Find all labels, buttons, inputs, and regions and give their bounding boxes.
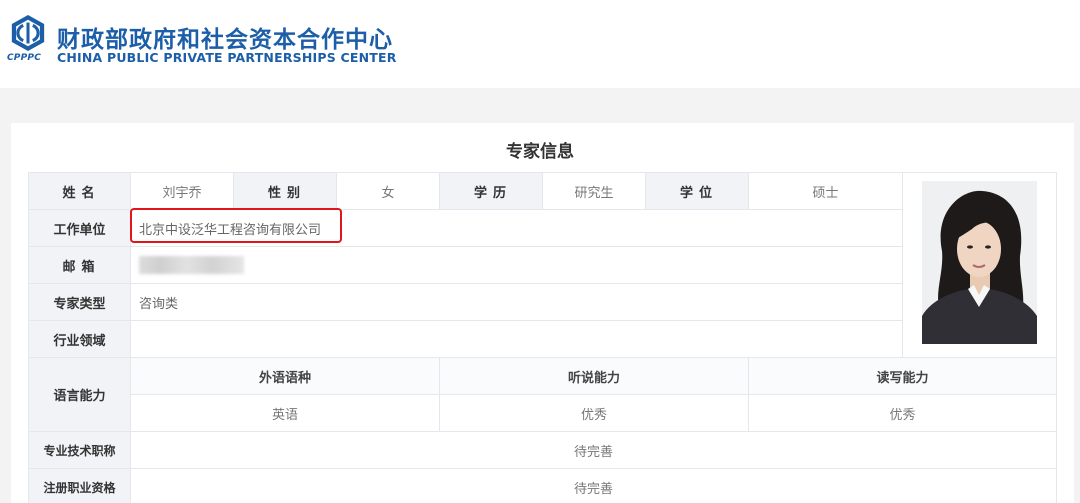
expert-photo <box>922 181 1037 344</box>
logo-abbreviation: CPPPC <box>7 53 41 63</box>
language-speaking-value: 优秀 <box>439 394 749 432</box>
professional-title-label: 专业技术职称 <box>28 431 131 469</box>
language-writing-value: 优秀 <box>748 394 1057 432</box>
photo-cell <box>902 172 1057 358</box>
industry-label: 行业领域 <box>28 320 131 358</box>
expert-type-label: 专家类型 <box>28 283 131 321</box>
table-row-language-value: 英语 优秀 优秀 <box>29 394 1057 432</box>
professional-title-value: 待完善 <box>130 431 1057 469</box>
degree-label: 学位 <box>645 172 749 210</box>
table-row-language-head: 语言能力 外语语种 听说能力 读写能力 <box>28 357 1057 432</box>
gender-value: 女 <box>336 172 440 210</box>
site-title-cn[interactable]: 财政部政府和社会资本合作中心 <box>57 20 393 54</box>
cpppc-logo-icon <box>11 14 45 52</box>
education-value: 研究生 <box>542 172 646 210</box>
email-value <box>130 246 903 284</box>
gender-label: 性别 <box>233 172 337 210</box>
work-unit-label: 工作单位 <box>28 209 131 247</box>
language-header-writing: 读写能力 <box>748 357 1057 395</box>
table-row-industry: 行业领域 <box>28 320 1057 358</box>
site-title-en[interactable]: CHINA PUBLIC PRIVATE PARTNERSHIPS CENTER <box>57 50 397 65</box>
table-row-qualification: 注册职业资格 待完善 <box>28 468 1057 503</box>
language-header-speaking: 听说能力 <box>439 357 749 395</box>
language-label: 语言能力 <box>28 357 131 432</box>
name-label: 姓名 <box>28 172 131 210</box>
section-title: 专家信息 <box>506 142 574 162</box>
education-label: 学历 <box>439 172 543 210</box>
name-value: 刘宇乔 <box>130 172 234 210</box>
language-foreign-value: 英语 <box>130 394 440 432</box>
language-header-foreign: 外语语种 <box>130 357 440 395</box>
table-row-title: 专业技术职称 待完善 <box>28 431 1057 469</box>
work-unit-highlight-box <box>130 208 342 243</box>
email-redacted <box>139 256 244 274</box>
table-row-email: 邮箱 <box>28 246 1057 284</box>
degree-value: 硕士 <box>748 172 903 210</box>
site-header: CPPPC 财政部政府和社会资本合作中心 CHINA PUBLIC PRIVAT… <box>0 0 1080 88</box>
qualification-value: 待完善 <box>130 468 1057 503</box>
qualification-label: 注册职业资格 <box>28 468 131 503</box>
email-label: 邮箱 <box>28 246 131 284</box>
industry-value <box>130 320 903 358</box>
expert-type-value: 咨询类 <box>130 283 903 321</box>
table-row-expert-type: 专家类型 咨询类 <box>28 283 1057 321</box>
table-row-basic: 姓名 刘宇乔 性别 女 学历 研究生 学位 硕士 <box>28 172 1057 358</box>
